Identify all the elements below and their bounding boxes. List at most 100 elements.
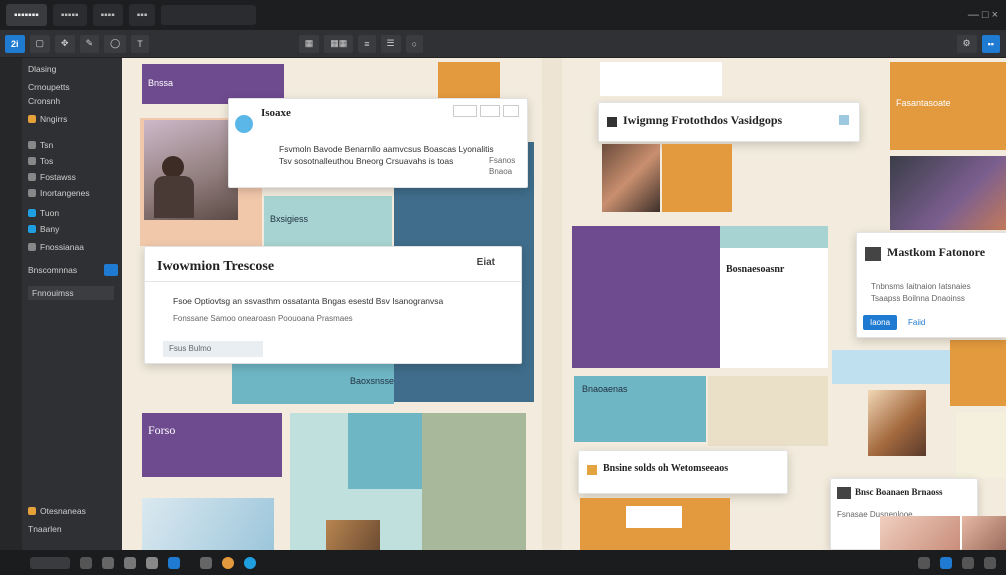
sage-block[interactable] <box>422 413 526 550</box>
browser-tab-2[interactable]: ▪▪▪▪▪ <box>52 4 87 26</box>
taskbar <box>0 550 1006 575</box>
taskbar-app-icon[interactable] <box>244 556 256 569</box>
view-toggle-icon[interactable]: ▦ <box>298 34 320 53</box>
settings-icon[interactable]: ⚙ <box>956 34 977 53</box>
food-photo[interactable] <box>326 520 380 550</box>
sidebar-item-label: Dlasing <box>28 64 57 74</box>
sidebar-item-label: Fnnouimss <box>32 288 74 298</box>
content-card-featured[interactable]: Iwowmion Trescose Eiat Fsoe Optiovtsg an… <box>144 246 522 364</box>
sidebar-item[interactable]: Fnossianaa <box>28 242 84 252</box>
sidebar-item[interactable]: Nngirrs <box>28 114 67 124</box>
app-badge: 2i <box>11 38 19 49</box>
sidebar-item[interactable]: Tnaarlen <box>28 524 62 534</box>
content-card[interactable]: Bnsine solds oh Wetomseeaos <box>578 450 788 494</box>
card-body-text: Fsoe Optiovtsg an ssvasthm ossatanta Bng… <box>173 296 444 306</box>
align-icon[interactable]: ≡ <box>358 34 376 53</box>
layers-icon[interactable]: ☰ <box>380 34 401 53</box>
workspace-photo[interactable] <box>142 498 274 550</box>
photo-body <box>154 176 194 218</box>
tray-icon[interactable] <box>940 556 952 569</box>
mint-block[interactable]: Bxsigiess <box>264 196 392 246</box>
link-icon[interactable] <box>839 115 849 125</box>
layer-icon <box>28 243 36 251</box>
primary-button[interactable]: Iaona <box>863 315 898 330</box>
tray-icon[interactable] <box>918 556 930 569</box>
taskbar-app-icon[interactable] <box>124 556 136 569</box>
small-card[interactable] <box>626 506 682 528</box>
move-tool-icon[interactable]: ✥ <box>55 34 75 53</box>
secondary-button[interactable]: Faiid <box>901 315 932 330</box>
tray-icon[interactable] <box>984 556 996 569</box>
layer-icon <box>28 189 36 197</box>
copy-icon[interactable] <box>480 105 500 117</box>
portrait-photo[interactable] <box>602 144 660 212</box>
taskbar-search[interactable] <box>30 556 70 569</box>
sidebar-item[interactable]: Tos <box>28 156 53 166</box>
sidebar-item[interactable]: Crnoupetts <box>28 82 70 92</box>
card-badge[interactable]: Eiat <box>477 257 495 268</box>
taskbar-app-icon[interactable] <box>222 556 234 569</box>
taskbar-app-icon[interactable] <box>146 556 158 569</box>
sidebar-item[interactable]: Fnnouimss <box>28 286 114 300</box>
teal-strip[interactable]: Baoxsnsse <box>232 364 394 404</box>
zoom-icon[interactable]: ○ <box>405 34 424 53</box>
share-label: ▪▪ <box>987 38 994 49</box>
card-body-text: Tsv sosotnalleuthou Bneorg Crsuavahs is … <box>279 156 454 166</box>
grid-icon[interactable]: ▦▦ <box>324 34 354 53</box>
edit-icon[interactable] <box>453 105 477 117</box>
app-logo-button[interactable]: 2i <box>5 34 25 53</box>
abstract-photo[interactable] <box>890 156 1006 230</box>
content-card[interactable]: Iwigmng Frotothdos Vasidgops <box>598 102 860 142</box>
browser-tab-3[interactable]: ▪▪▪▪ <box>92 4 123 26</box>
sidebar-item[interactable]: Bnscomnnas <box>28 264 118 276</box>
orange-side[interactable] <box>950 340 1006 406</box>
browser-tab-4[interactable]: ▪▪▪ <box>128 4 156 26</box>
folder-icon <box>587 465 597 475</box>
sidebar-item[interactable]: Tsn <box>28 140 53 150</box>
bottom-photo[interactable] <box>880 516 960 550</box>
share-button[interactable]: ▪▪ <box>981 34 1000 53</box>
sidebar-item[interactable]: Fostawss <box>28 172 76 182</box>
content-card[interactable]: Isoaxe Fsvmoln Bavode Benarnllo aamvcsus… <box>228 98 528 188</box>
taskbar-app-icon[interactable] <box>168 556 180 569</box>
mint-header[interactable] <box>720 226 828 248</box>
expand-icon[interactable] <box>104 264 118 276</box>
text-tool-icon[interactable]: T <box>131 34 149 53</box>
sidebar-item[interactable]: Bany <box>28 224 59 234</box>
more-icon[interactable] <box>503 105 519 117</box>
taskbar-app-icon[interactable] <box>102 556 114 569</box>
person-photo[interactable] <box>144 120 238 220</box>
purple-block-bottom[interactable]: Forso <box>142 413 282 477</box>
bottom-photo-2[interactable] <box>962 516 1006 550</box>
pen-tool-icon[interactable]: ✎ <box>79 34 100 53</box>
sidebar-item[interactable]: Inortangenes <box>28 188 90 198</box>
taskbar-app-icon[interactable] <box>80 556 92 569</box>
teal-panel[interactable]: Bnaoaenas <box>574 376 706 442</box>
white-panel[interactable] <box>600 62 722 96</box>
address-bar[interactable] <box>161 5 257 25</box>
sidebar-item[interactable]: Dlasing <box>28 64 56 74</box>
frame-tool-icon[interactable]: ▢ <box>29 34 51 53</box>
card-body-text: Tnbnsms Iaitnaion Iatsnaies <box>871 282 971 291</box>
window-controls[interactable]: — □ × <box>968 9 998 21</box>
text-panel[interactable]: Bosnaesoasnr <box>720 248 828 368</box>
taskbar-app-icon[interactable] <box>200 556 212 569</box>
sidebar-item[interactable]: Otesnaneas <box>28 506 86 516</box>
button-label: Iaona <box>870 318 891 327</box>
guitar-photo[interactable] <box>868 390 926 456</box>
light-blue-strip[interactable] <box>832 350 950 384</box>
orange-block[interactable] <box>438 62 500 102</box>
card-meta-text: Fsanos Bnaoa <box>489 156 516 176</box>
sidebar-item[interactable]: Cronsnh <box>28 96 60 106</box>
orange-panel[interactable]: Fasantasoate <box>890 62 1006 150</box>
sidebar-item[interactable]: Tuon <box>28 208 59 218</box>
orange-tile[interactable] <box>662 144 732 212</box>
design-canvas[interactable]: Bnssa Bxsigiess Baoxsnsse Forso Isoaxe F… <box>122 58 1006 550</box>
tray-icon[interactable] <box>962 556 974 569</box>
shape-tool-icon[interactable]: ◯ <box>104 34 127 53</box>
card-title: Bnsc Boanaen Brnaoss <box>855 487 943 497</box>
purple-panel[interactable] <box>572 226 720 368</box>
content-card[interactable]: Mastkom Fatonore Tnbnsms Iaitnaion Iatsn… <box>856 232 1006 338</box>
browser-tab-1[interactable]: ▪▪▪▪▪▪▪ <box>6 4 47 26</box>
window-controls-glyphs: — □ × <box>967 9 998 21</box>
